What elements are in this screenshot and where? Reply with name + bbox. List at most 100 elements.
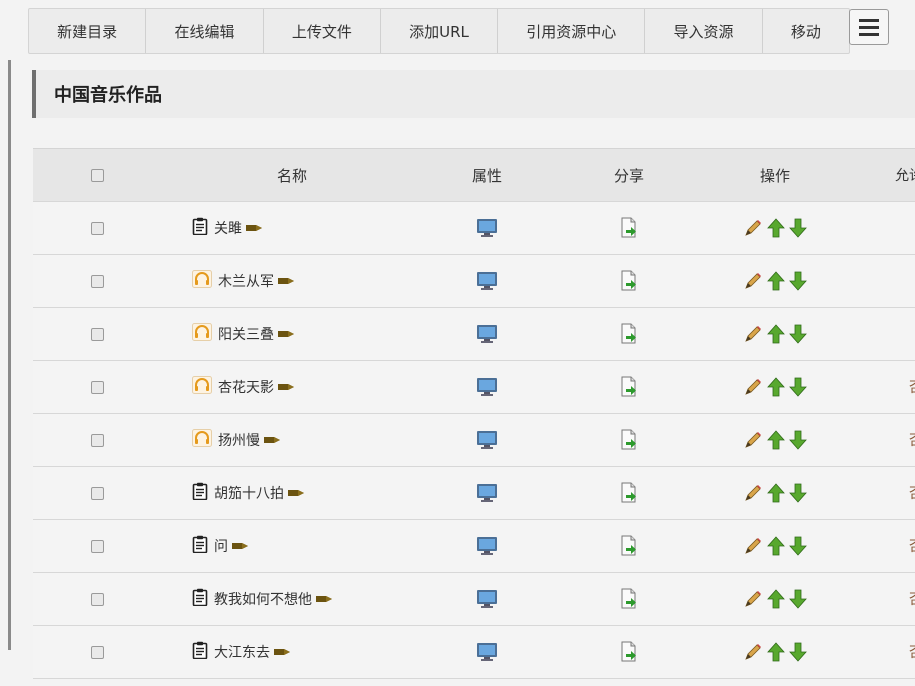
row-checkbox[interactable] — [91, 486, 104, 500]
edit-pencil-icon[interactable] — [743, 536, 763, 556]
move-down-icon[interactable] — [789, 642, 807, 662]
move-up-icon[interactable] — [767, 377, 785, 397]
table-row: 扬州慢 — [33, 414, 915, 467]
move-up-icon[interactable] — [767, 271, 785, 291]
play-arrow-icon[interactable] — [246, 223, 262, 233]
monitor-icon[interactable] — [476, 430, 498, 450]
item-name[interactable]: 杏花天影 — [218, 377, 274, 397]
monitor-icon[interactable] — [476, 271, 498, 291]
item-name[interactable]: 问 — [214, 536, 228, 556]
hamburger-menu-icon[interactable] — [849, 9, 889, 45]
item-name[interactable]: 木兰从军 — [218, 271, 274, 291]
move-down-icon[interactable] — [789, 218, 807, 238]
headphones-icon — [192, 323, 212, 345]
move-down-icon[interactable] — [789, 324, 807, 344]
select-all-checkbox[interactable] — [91, 168, 104, 182]
monitor-icon[interactable] — [476, 642, 498, 662]
move-down-icon[interactable] — [789, 430, 807, 450]
table-row: 问 — [33, 520, 915, 573]
share-icon[interactable] — [619, 323, 639, 345]
share-icon[interactable] — [619, 588, 639, 610]
monitor-icon[interactable] — [476, 483, 498, 503]
monitor-icon[interactable] — [476, 589, 498, 609]
move-down-icon[interactable] — [789, 483, 807, 503]
share-icon[interactable] — [619, 429, 639, 451]
row-checkbox[interactable] — [91, 221, 104, 235]
header-share: 分享 — [613, 166, 644, 185]
share-icon[interactable] — [619, 270, 639, 292]
header-name[interactable]: 名称 — [163, 165, 421, 186]
row-checkbox[interactable] — [91, 645, 104, 659]
add-url-button[interactable]: 添加URL — [381, 9, 499, 53]
move-down-icon[interactable] — [789, 271, 807, 291]
import-resource-button[interactable]: 导入资源 — [645, 9, 763, 53]
row-checkbox[interactable] — [91, 327, 104, 341]
header-ops: 操作 — [759, 166, 790, 185]
play-arrow-icon[interactable] — [232, 541, 248, 551]
item-name[interactable]: 关雎 — [214, 218, 242, 238]
monitor-icon[interactable] — [476, 324, 498, 344]
edit-pencil-icon[interactable] — [743, 324, 763, 344]
allow-value: 否 — [845, 377, 915, 397]
section-header: 中国音乐作品 — [32, 70, 915, 118]
row-checkbox[interactable] — [91, 539, 104, 553]
play-arrow-icon[interactable] — [278, 382, 294, 392]
item-name[interactable]: 胡笳十八拍 — [214, 483, 284, 503]
item-name[interactable]: 阳关三叠 — [218, 324, 274, 344]
edit-pencil-icon[interactable] — [743, 589, 763, 609]
item-name[interactable]: 大江东去 — [214, 642, 270, 662]
left-border — [8, 60, 11, 650]
share-icon[interactable] — [619, 641, 639, 663]
move-button[interactable]: 移动 — [763, 9, 849, 53]
move-down-icon[interactable] — [789, 377, 807, 397]
row-checkbox[interactable] — [91, 380, 104, 394]
resource-center-button[interactable]: 引用资源中心 — [498, 9, 646, 53]
monitor-icon[interactable] — [476, 377, 498, 397]
play-arrow-icon[interactable] — [316, 594, 332, 604]
toolbar: 新建目录 在线编辑 上传文件 添加URL 引用资源中心 导入资源 移动 — [28, 8, 850, 54]
move-up-icon[interactable] — [767, 589, 785, 609]
edit-pencil-icon[interactable] — [743, 218, 763, 238]
upload-file-button[interactable]: 上传文件 — [264, 9, 381, 53]
item-name[interactable]: 教我如何不想他 — [214, 589, 312, 609]
play-arrow-icon[interactable] — [288, 488, 304, 498]
new-folder-button[interactable]: 新建目录 — [29, 9, 147, 53]
table-row: 阳关三叠 — [33, 308, 915, 361]
allow-value: 否 — [845, 430, 915, 450]
online-edit-button[interactable]: 在线编辑 — [146, 9, 264, 53]
edit-pencil-icon[interactable] — [743, 483, 763, 503]
monitor-icon[interactable] — [476, 218, 498, 238]
share-icon[interactable] — [619, 376, 639, 398]
row-checkbox[interactable] — [91, 274, 104, 288]
share-icon[interactable] — [619, 217, 639, 239]
table-header: 名称 属性 分享 操作 允许 — [33, 149, 915, 202]
move-up-icon[interactable] — [767, 483, 785, 503]
edit-pencil-icon[interactable] — [743, 271, 763, 291]
table-row: 大江东去 — [33, 626, 915, 679]
share-icon[interactable] — [619, 482, 639, 504]
row-checkbox[interactable] — [91, 433, 104, 447]
edit-pencil-icon[interactable] — [743, 642, 763, 662]
play-arrow-icon[interactable] — [278, 276, 294, 286]
play-arrow-icon[interactable] — [274, 647, 290, 657]
row-checkbox[interactable] — [91, 592, 104, 606]
move-down-icon[interactable] — [789, 589, 807, 609]
header-allow: 允许 — [895, 168, 915, 184]
edit-pencil-icon[interactable] — [743, 377, 763, 397]
play-arrow-icon[interactable] — [264, 435, 280, 445]
clipboard-icon — [192, 535, 208, 557]
play-arrow-icon[interactable] — [278, 329, 294, 339]
move-up-icon[interactable] — [767, 324, 785, 344]
share-icon[interactable] — [619, 535, 639, 557]
edit-pencil-icon[interactable] — [743, 430, 763, 450]
move-up-icon[interactable] — [767, 218, 785, 238]
move-up-icon[interactable] — [767, 536, 785, 556]
item-name[interactable]: 扬州慢 — [218, 430, 260, 450]
monitor-icon[interactable] — [476, 536, 498, 556]
move-up-icon[interactable] — [767, 430, 785, 450]
move-down-icon[interactable] — [789, 536, 807, 556]
table-row: 木兰从军 — [33, 255, 915, 308]
move-up-icon[interactable] — [767, 642, 785, 662]
headphones-icon — [192, 429, 212, 451]
allow-value: 否 — [845, 483, 915, 503]
